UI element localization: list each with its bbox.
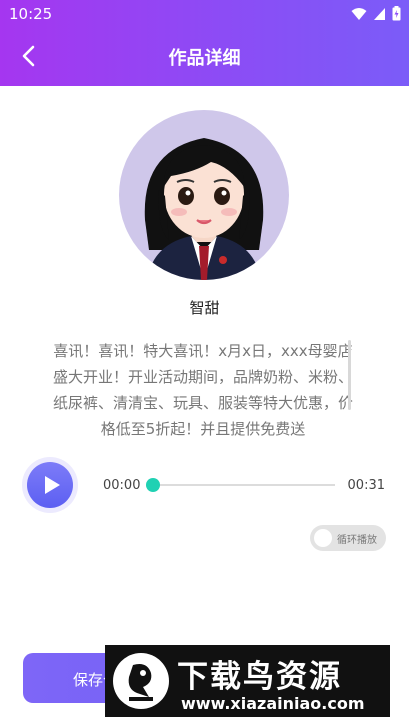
work-name: 智甜 bbox=[189, 299, 220, 317]
play-button[interactable] bbox=[22, 457, 78, 513]
watermark-title: 下载鸟资源 bbox=[177, 659, 342, 695]
bird-logo-icon bbox=[128, 664, 153, 701]
avatar bbox=[119, 110, 289, 280]
play-icon bbox=[45, 476, 60, 494]
wifi-icon bbox=[351, 7, 367, 20]
page-title: 作品详细 bbox=[168, 48, 241, 69]
watermark-url: www.xiazainiao.com bbox=[181, 694, 365, 713]
avatar-illustration bbox=[144, 138, 264, 280]
audio-player: 00:00 00:31 bbox=[0, 456, 409, 516]
status-time: 10:25 bbox=[9, 5, 53, 23]
duration-time: 00:31 bbox=[347, 478, 385, 493]
progress-track[interactable] bbox=[151, 484, 335, 486]
loop-toggle-knob bbox=[314, 529, 332, 547]
loop-toggle[interactable]: 循环播放 bbox=[310, 525, 386, 551]
battery-icon bbox=[392, 6, 401, 21]
work-description: 喜讯！喜讯！特大喜讯！x月x日，xxx母婴店盛大开业！开业活动期间，品牌奶粉、米… bbox=[52, 342, 353, 438]
progress-thumb[interactable] bbox=[146, 478, 160, 492]
nav-bar: 作品详细 bbox=[0, 30, 409, 86]
signal-icon bbox=[374, 7, 385, 20]
loop-toggle-label: 循环播放 bbox=[337, 535, 377, 546]
watermark: 下载鸟资源 www.xiazainiao.com bbox=[105, 645, 390, 717]
watermark-logo bbox=[113, 653, 169, 709]
app-header: 10:25 作品详细 bbox=[0, 0, 409, 86]
current-time: 00:00 bbox=[103, 478, 141, 493]
play-button-inner bbox=[27, 462, 73, 508]
status-bar: 10:25 bbox=[0, 0, 409, 30]
description-scrollbar[interactable] bbox=[348, 340, 351, 410]
status-icons bbox=[351, 6, 401, 21]
